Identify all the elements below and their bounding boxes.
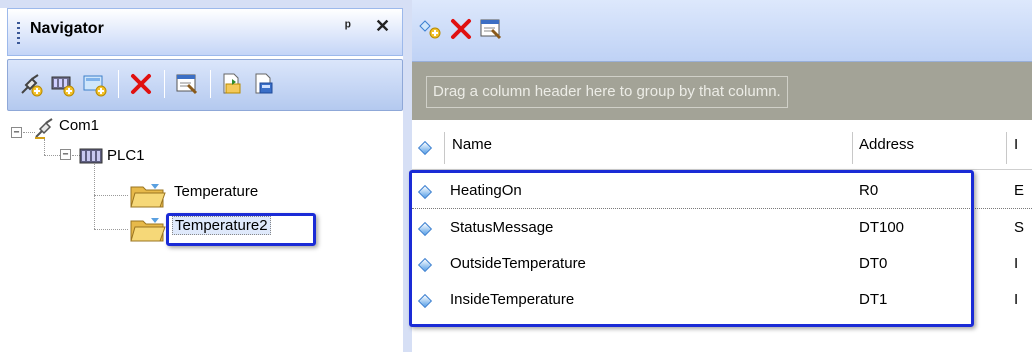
column-divider[interactable] (852, 132, 853, 164)
add-group-button[interactable] (80, 69, 110, 99)
folder-icon (130, 184, 166, 208)
add-plc-icon (51, 76, 75, 97)
export-button[interactable] (250, 69, 280, 99)
cell-address[interactable]: R0 (859, 182, 878, 199)
navigator-title-bar[interactable]: Navigator ᵖ ✕ (7, 8, 403, 56)
row-indicator-icon (417, 293, 433, 309)
panel-splitter[interactable] (403, 0, 412, 352)
table-row[interactable]: OutsideTemperature DT0 I (412, 247, 1032, 283)
row-indicator-icon (417, 184, 433, 200)
cell-next[interactable]: S (1014, 219, 1024, 236)
column-header-next[interactable]: I (1014, 136, 1018, 153)
properties-button[interactable] (172, 69, 202, 99)
navigator-panel: Navigator ᵖ ✕ − Com1 − PLC1 Temperature … (0, 0, 403, 352)
toolbar-separator (210, 70, 211, 98)
table-row[interactable]: StatusMessage DT100 S (412, 211, 1032, 247)
panel-frame (0, 0, 403, 8)
tree-connector (94, 163, 95, 229)
navigator-toolbar (7, 59, 403, 111)
tree-connector (44, 155, 60, 156)
table-row[interactable]: InsideTemperature DT1 I (412, 283, 1032, 319)
tree-node-plc1[interactable]: PLC1 (107, 147, 145, 164)
close-icon[interactable]: ✕ (375, 16, 390, 37)
column-divider[interactable] (444, 132, 445, 164)
import-icon (223, 73, 241, 94)
cell-next[interactable]: I (1014, 255, 1018, 272)
cell-next[interactable]: E (1014, 182, 1024, 199)
delete-variable-button[interactable] (446, 14, 476, 44)
variables-toolbar (412, 0, 1032, 62)
column-header-name[interactable]: Name (452, 136, 492, 153)
plc-icon (79, 148, 103, 164)
cell-address[interactable]: DT1 (859, 291, 887, 308)
grid-header-row: Name Address I (412, 126, 1032, 170)
row-separator (412, 208, 1032, 209)
properties-icon (176, 74, 198, 95)
column-divider[interactable] (1006, 132, 1007, 164)
cell-name[interactable]: InsideTemperature (450, 291, 574, 308)
expand-collapse-icon[interactable]: − (60, 149, 71, 160)
edit-icon (480, 19, 502, 40)
row-indicator-icon (417, 221, 433, 237)
tree-connector (94, 229, 128, 230)
cell-name[interactable]: HeatingOn (450, 182, 522, 199)
add-com-port-button[interactable] (16, 69, 46, 99)
row-indicator-icon (417, 140, 433, 156)
edit-variable-button[interactable] (476, 14, 506, 44)
drag-grip-icon[interactable] (17, 22, 20, 46)
table-row[interactable]: HeatingOn R0 E (412, 174, 1032, 210)
folder-open-icon (130, 218, 166, 242)
toolbar-separator (164, 70, 165, 98)
cell-name[interactable]: OutsideTemperature (450, 255, 586, 272)
pin-icon[interactable]: ᵖ (345, 18, 351, 35)
variables-panel: Drag a column header here to group by th… (412, 0, 1032, 352)
tree-node-temperature2[interactable]: Temperature2 (172, 216, 271, 235)
navigator-tree: − Com1 − PLC1 Temperature Temperature2 (7, 115, 403, 352)
export-icon (255, 73, 273, 94)
add-variable-button[interactable] (416, 14, 446, 44)
cell-name[interactable]: StatusMessage (450, 219, 553, 236)
cell-next[interactable]: I (1014, 291, 1018, 308)
expand-collapse-icon[interactable]: − (11, 127, 22, 138)
navigator-title: Navigator (30, 20, 104, 37)
tree-node-temperature[interactable]: Temperature (174, 183, 258, 200)
delete-icon (451, 19, 471, 39)
column-header-address[interactable]: Address (859, 136, 914, 153)
group-by-area[interactable]: Drag a column header here to group by th… (412, 62, 1032, 120)
add-variable-icon (419, 20, 441, 39)
add-com-port-icon (21, 74, 43, 97)
delete-button[interactable] (126, 69, 156, 99)
toolbar-separator (118, 70, 119, 98)
import-button[interactable] (218, 69, 248, 99)
tree-connector (44, 139, 45, 155)
tree-node-com1[interactable]: Com1 (59, 117, 99, 134)
add-plc-button[interactable] (48, 69, 78, 99)
cell-address[interactable]: DT0 (859, 255, 887, 272)
cell-address[interactable]: DT100 (859, 219, 904, 236)
delete-icon (131, 74, 151, 94)
add-group-icon (83, 75, 107, 97)
com-port-icon (35, 118, 53, 139)
group-by-hint: Drag a column header here to group by th… (426, 76, 788, 108)
row-indicator-icon (417, 257, 433, 273)
tree-connector (94, 195, 128, 196)
